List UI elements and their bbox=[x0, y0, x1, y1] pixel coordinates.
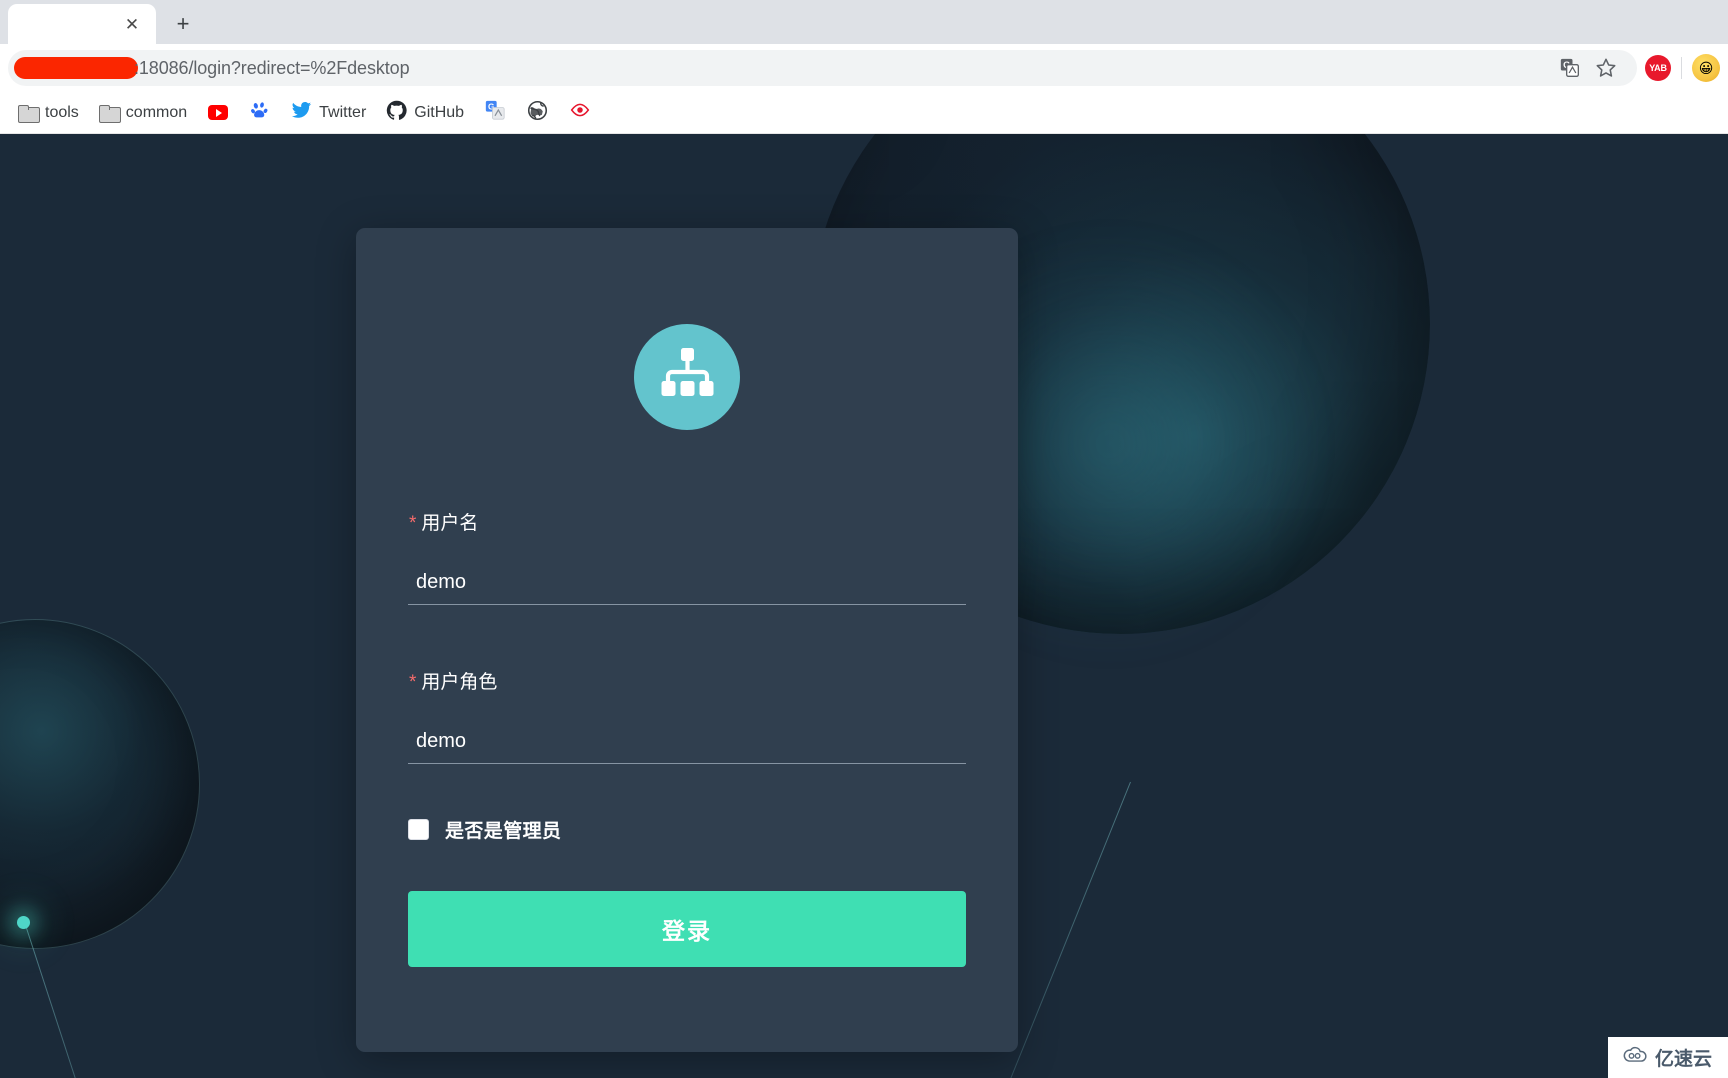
baidu-paw-icon bbox=[250, 100, 270, 125]
bookmarks-bar: tools common Twitter GitHub G bbox=[0, 92, 1728, 134]
toolbar-divider bbox=[1681, 57, 1682, 79]
profile-avatar[interactable]: 😀 bbox=[1692, 54, 1720, 82]
translate-icon[interactable]: G bbox=[1555, 53, 1585, 83]
login-form: * 用户名 * 用户角色 是否是管理员 登录 bbox=[408, 508, 966, 967]
new-tab-button[interactable]: + bbox=[162, 7, 204, 41]
watermark-text: 亿速云 bbox=[1654, 1049, 1712, 1070]
login-page: * 用户名 * 用户角色 是否是管理员 登录 bbox=[0, 134, 1728, 1078]
cloud-icon bbox=[1622, 1046, 1648, 1070]
url-text: :18086/login?redirect=%2Fdesktop bbox=[134, 57, 410, 78]
bookmark-github[interactable]: GitHub bbox=[378, 95, 472, 131]
bookmark-twitter[interactable]: Twitter bbox=[283, 95, 374, 131]
user-role-label: 用户角色 bbox=[421, 672, 498, 693]
field-user-role: * 用户角色 bbox=[408, 667, 966, 764]
folder-icon bbox=[98, 104, 121, 123]
username-input[interactable] bbox=[408, 559, 966, 605]
bookmark-youtube[interactable] bbox=[199, 100, 237, 125]
logo-container bbox=[408, 228, 966, 430]
browser-tab-active[interactable]: ✕ bbox=[8, 4, 156, 44]
browser-toolbar: :18086/login?redirect=%2Fdesktop G bbox=[0, 44, 1728, 92]
watermark: 亿速云 bbox=[1607, 1037, 1728, 1078]
bookmark-label: GitHub bbox=[414, 103, 465, 121]
username-label-row: * 用户名 bbox=[409, 508, 966, 535]
bookmark-label: Twitter bbox=[319, 103, 367, 121]
required-marker: * bbox=[409, 513, 417, 534]
sitemap-icon bbox=[658, 347, 716, 407]
browser-window: ✕ + :18086/login?redirect=%2Fdesktop G bbox=[0, 0, 1728, 1078]
bookmark-tools[interactable]: tools bbox=[10, 99, 87, 127]
bookmark-weibo[interactable] bbox=[561, 95, 599, 130]
bookmark-common[interactable]: common bbox=[91, 99, 195, 127]
github-cat-icon bbox=[386, 100, 407, 126]
globe-icon bbox=[527, 100, 548, 126]
bookmark-globe[interactable] bbox=[518, 95, 557, 131]
youtube-icon bbox=[208, 105, 229, 120]
login-submit-button[interactable]: 登录 bbox=[408, 891, 966, 967]
user-role-label-row: * 用户角色 bbox=[409, 667, 966, 694]
tab-strip: ✕ + bbox=[0, 0, 1728, 44]
bookmark-label: tools bbox=[45, 103, 79, 121]
yab-extension-icon[interactable]: YAB bbox=[1645, 55, 1671, 81]
bookmark-google-translate[interactable]: G bbox=[476, 95, 514, 130]
google-translate-icon: G bbox=[485, 100, 505, 125]
bookmark-star-icon[interactable] bbox=[1591, 53, 1621, 83]
address-bar[interactable]: :18086/login?redirect=%2Fdesktop G bbox=[8, 50, 1637, 86]
tab-close-icon[interactable]: ✕ bbox=[120, 12, 144, 36]
admin-checkbox[interactable] bbox=[408, 819, 429, 840]
bookmark-label: common bbox=[125, 103, 188, 121]
admin-checkbox-label: 是否是管理员 bbox=[445, 821, 562, 842]
weibo-eye-icon bbox=[570, 100, 590, 125]
twitter-bird-icon bbox=[291, 100, 312, 126]
app-logo bbox=[634, 324, 740, 430]
toolbar-right-actions: YAB 😀 bbox=[1637, 54, 1720, 82]
background-glow-dot bbox=[17, 916, 30, 929]
bookmark-baidu[interactable] bbox=[241, 95, 279, 130]
folder-icon bbox=[18, 104, 40, 123]
admin-checkbox-row[interactable]: 是否是管理员 bbox=[408, 816, 966, 843]
login-card: * 用户名 * 用户角色 是否是管理员 登录 bbox=[356, 228, 1018, 1052]
url-redaction-bar bbox=[14, 57, 138, 79]
field-username: * 用户名 bbox=[408, 508, 966, 605]
required-marker: * bbox=[409, 672, 417, 693]
username-label: 用户名 bbox=[421, 513, 479, 534]
user-role-input[interactable] bbox=[408, 718, 966, 764]
